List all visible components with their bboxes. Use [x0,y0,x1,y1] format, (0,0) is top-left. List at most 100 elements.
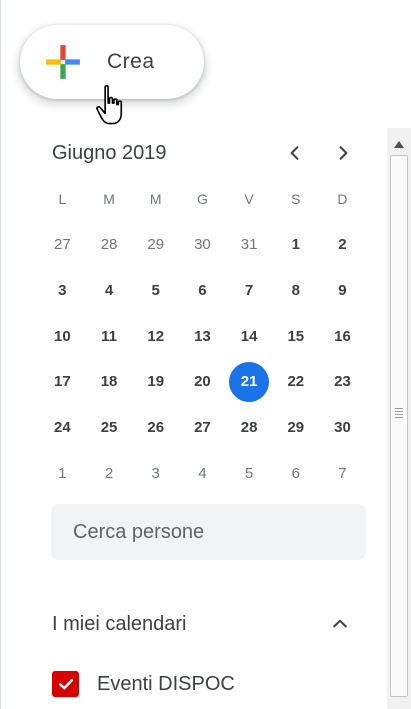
day-cell[interactable]: 11 [86,313,133,359]
day-cell[interactable]: 30 [319,405,366,451]
day-cell[interactable]: 29 [132,222,179,268]
create-button[interactable]: Crea [20,25,204,99]
grip-icon [395,408,403,418]
search-people-input[interactable] [71,519,355,545]
day-number: 3 [151,464,160,482]
scrollbar-thumb[interactable] [390,155,408,697]
day-cell[interactable]: 26 [132,405,179,451]
day-number: 13 [194,327,211,345]
day-number: 1 [58,464,67,482]
weekday-label: S [291,191,301,207]
my-calendars-title: I miei calendari [52,613,187,635]
weekday-label: D [337,191,348,207]
day-cell[interactable]: 16 [319,313,366,359]
day-number: 9 [338,282,347,300]
day-cell[interactable]: 3 [39,268,86,314]
day-cell[interactable]: 15 [272,313,319,359]
chevron-right-icon [339,146,348,160]
mini-calendar-header: Giugno 2019 [52,139,362,167]
divider [0,0,1,709]
triangle-up-icon [394,140,404,148]
collapse-button[interactable] [326,610,354,638]
day-number: 10 [54,327,71,345]
day-cell[interactable]: 2 [86,450,133,496]
day-number: 28 [100,236,118,254]
day-cell[interactable]: 18 [86,359,133,405]
day-cell[interactable]: 4 [179,450,226,496]
month-title: Giugno 2019 [52,142,167,164]
day-cell[interactable]: 3 [132,450,179,496]
day-cell[interactable]: 24 [39,405,86,451]
day-number: 31 [240,236,258,254]
day-number: 26 [147,419,165,437]
day-number: 15 [287,327,305,345]
day-cell[interactable]: 29 [272,405,319,451]
day-number: 25 [100,419,118,437]
checkmark-icon [58,679,73,690]
scroll-up-arrow[interactable] [387,136,411,152]
day-number: 30 [194,236,211,254]
scrollbar[interactable] [387,128,411,709]
day-cell[interactable]: 23 [319,359,366,405]
day-number: 19 [147,373,165,391]
day-number: 21 [229,361,270,402]
day-number: 29 [147,236,165,254]
day-cell[interactable]: 1 [272,222,319,268]
day-number: 30 [334,419,351,437]
day-number: 16 [334,327,351,345]
day-cell[interactable]: 17 [39,359,86,405]
day-cell[interactable]: 22 [272,359,319,405]
day-cell[interactable]: 6 [179,268,226,314]
previous-month-button[interactable] [281,139,309,167]
day-cell[interactable]: 20 [179,359,226,405]
weekday-label: V [244,191,254,207]
day-number: 17 [54,373,71,391]
day-cell[interactable]: 27 [39,222,86,268]
day-cell[interactable]: 4 [86,268,133,314]
plus-icon [46,45,80,79]
day-number: 20 [194,373,211,391]
day-cell[interactable]: 27 [179,405,226,451]
day-cell[interactable]: 6 [272,450,319,496]
day-number: 18 [100,373,118,391]
day-number: 4 [104,282,114,300]
day-cell[interactable]: 7 [226,268,273,314]
day-cell[interactable]: 19 [132,359,179,405]
calendar-item-eventi-dispoc[interactable]: Eventi DISPOC [52,670,235,698]
day-cell[interactable]: 14 [226,313,273,359]
day-number: 22 [287,373,305,391]
day-cell[interactable]: 5 [226,450,273,496]
day-number: 5 [151,282,160,300]
search-people-box[interactable] [51,504,366,560]
day-cell[interactable]: 7 [319,450,366,496]
day-cell[interactable]: 28 [86,222,133,268]
my-calendars-header[interactable]: I miei calendari [52,608,362,640]
day-cell[interactable]: 1 [39,450,86,496]
day-cell[interactable]: 28 [226,405,273,451]
day-number: 27 [194,419,211,437]
day-number: 24 [54,419,71,437]
next-month-button[interactable] [329,139,357,167]
day-number: 12 [147,327,165,345]
day-cell[interactable]: 10 [39,313,86,359]
day-cell[interactable]: 31 [226,222,273,268]
day-cell[interactable]: 30 [179,222,226,268]
day-number: 1 [291,236,300,254]
day-cell[interactable]: 12 [132,313,179,359]
day-number: 23 [334,373,351,391]
day-number: 8 [291,282,300,300]
day-number: 27 [54,236,71,254]
day-cell[interactable]: 8 [272,268,319,314]
calendar-item-label: Eventi DISPOC [97,672,235,695]
day-cell[interactable]: 13 [179,313,226,359]
day-number: 6 [198,282,207,300]
weekday-label: M [149,191,162,207]
weekday-row: L M M G V S D [39,185,366,213]
calendar-checkbox[interactable] [52,671,79,697]
day-cell[interactable]: 2 [319,222,366,268]
day-cell[interactable]: 5 [132,268,179,314]
weekday-label: L [58,191,67,207]
day-cell[interactable]: 9 [319,268,366,314]
day-cell-today[interactable]: 21 [226,359,273,405]
day-cell[interactable]: 25 [86,405,133,451]
